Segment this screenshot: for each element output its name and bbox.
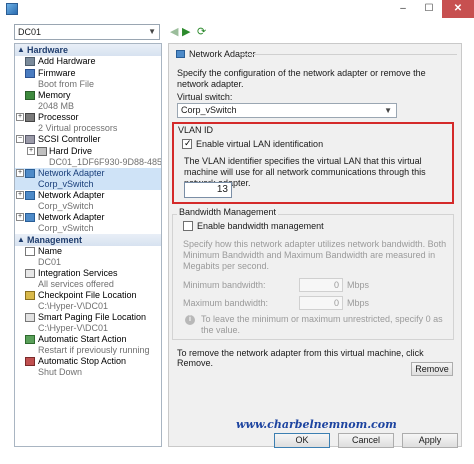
tree-item-processor[interactable]: + Processor 2 Virtual processors — [15, 112, 161, 134]
network-adapter-icon — [25, 191, 35, 200]
minimum-bandwidth-unit: Mbps — [347, 280, 370, 290]
tree-item-integration-services[interactable]: Integration Services All services offere… — [15, 268, 161, 290]
remove-button[interactable]: Remove — [411, 362, 453, 376]
ok-button[interactable]: OK — [274, 433, 330, 448]
tree-item-automatic-start-action[interactable]: Automatic Start Action Restart if previo… — [15, 334, 161, 356]
minimize-button[interactable]: – — [390, 0, 416, 18]
bandwidth-management-legend: Bandwidth Management — [177, 207, 279, 217]
maximum-bandwidth-label: Maximum bandwidth: — [183, 298, 269, 308]
vlan-id-legend: VLAN ID — [178, 125, 214, 135]
close-button[interactable]: ✕ — [442, 0, 474, 18]
minimum-bandwidth-input[interactable]: 0 — [299, 278, 343, 292]
vlan-id-group: VLAN ID Enable virtual LAN identificatio… — [172, 122, 454, 204]
vm-selector-dropdown[interactable]: DC01 ▼ — [14, 24, 160, 40]
vm-selector-value: DC01 — [18, 27, 42, 37]
virtual-switch-dropdown[interactable]: Corp_vSwitch ▼ — [177, 103, 397, 118]
refresh-icon[interactable]: ⟳ — [197, 25, 206, 39]
tree-item-network-adapter-3[interactable]: + Network Adapter Corp_vSwitch — [15, 212, 161, 234]
enable-vlan-checkbox[interactable] — [182, 138, 192, 149]
tree-item-firmware[interactable]: Firmware Boot from File — [15, 68, 161, 90]
chevron-down-icon: ▼ — [384, 106, 392, 115]
smart-paging-icon — [25, 313, 35, 322]
virtual-switch-value: Corp_vSwitch — [181, 105, 237, 115]
settings-tree: ▲ Hardware Add Hardware Firmware Boot fr… — [14, 43, 162, 447]
tree-item-add-hardware[interactable]: Add Hardware — [15, 56, 161, 68]
add-hardware-icon — [25, 57, 35, 66]
expand-icon[interactable]: + — [16, 113, 24, 121]
collapse-icon: ▲ — [17, 45, 25, 54]
apply-button[interactable]: Apply — [402, 433, 458, 448]
automatic-stop-icon — [25, 357, 35, 366]
automatic-start-icon — [25, 335, 35, 344]
tree-item-network-adapter-1[interactable]: + Network Adapter Corp_vSwitch — [15, 168, 161, 190]
name-icon — [25, 247, 35, 256]
bandwidth-note: To leave the minimum or maximum unrestri… — [201, 314, 443, 335]
collapse-icon[interactable]: − — [16, 135, 24, 143]
enable-vlan-label: Enable virtual LAN identification — [196, 139, 324, 149]
tree-item-smart-paging-file-location[interactable]: Smart Paging File Location C:\Hyper-V\DC… — [15, 312, 161, 334]
title-divider — [239, 54, 457, 55]
network-adapter-icon — [25, 213, 35, 222]
collapse-icon: ▲ — [17, 235, 25, 244]
bandwidth-description: Specify how this network adapter utilize… — [183, 239, 447, 271]
settings-app-icon — [6, 3, 18, 15]
tree-item-memory[interactable]: Memory 2048 MB — [15, 90, 161, 112]
minimum-bandwidth-label: Minimum bandwidth: — [183, 280, 266, 290]
enable-bandwidth-label: Enable bandwidth management — [197, 221, 324, 231]
enable-bandwidth-checkbox[interactable] — [183, 221, 193, 231]
scsi-controller-icon — [25, 135, 35, 144]
tree-item-network-adapter-2[interactable]: + Network Adapter Corp_vSwitch — [15, 190, 161, 212]
tree-item-checkpoint-file-location[interactable]: Checkpoint File Location C:\Hyper-V\DC01 — [15, 290, 161, 312]
maximum-bandwidth-input[interactable]: 0 — [299, 296, 343, 310]
memory-icon — [25, 91, 35, 100]
info-icon: i — [185, 315, 195, 325]
tree-item-hard-drive[interactable]: + Hard Drive DC01_1DF6F930-9D88-4853... — [15, 146, 161, 168]
tree-item-name[interactable]: Name DC01 — [15, 246, 161, 268]
forward-arrow-icon[interactable]: ▶ — [182, 25, 190, 39]
tree-item-automatic-stop-action[interactable]: Automatic Stop Action Shut Down — [15, 356, 161, 378]
expand-icon[interactable]: + — [16, 213, 24, 221]
expand-icon[interactable]: + — [27, 147, 35, 155]
chevron-down-icon: ▼ — [148, 27, 156, 36]
hard-drive-icon — [37, 147, 47, 156]
hardware-section-header[interactable]: ▲ Hardware — [15, 44, 161, 56]
integration-services-icon — [25, 269, 35, 278]
expand-icon[interactable]: + — [16, 169, 24, 177]
processor-icon — [25, 113, 35, 122]
virtual-switch-label: Virtual switch: — [177, 92, 233, 102]
tree-item-scsi-controller[interactable]: − SCSI Controller — [15, 134, 161, 146]
watermark-text: www.charbelnemnom.com — [236, 418, 397, 431]
maximize-button[interactable]: ☐ — [416, 0, 442, 18]
back-arrow-icon[interactable]: ◀ — [170, 25, 178, 39]
network-adapter-icon — [176, 50, 185, 58]
checkpoint-folder-icon — [25, 291, 35, 300]
title-bar: – ☐ ✕ — [0, 0, 474, 18]
expand-icon[interactable]: + — [16, 191, 24, 199]
vlan-id-input[interactable]: 13 — [184, 182, 232, 198]
network-adapter-panel: Network Adapter Specify the configuratio… — [168, 43, 462, 447]
panel-description: Specify the configuration of the network… — [177, 68, 426, 89]
network-adapter-icon — [25, 169, 35, 178]
management-section-header[interactable]: ▲ Management — [15, 234, 161, 246]
firmware-icon — [25, 69, 35, 78]
maximum-bandwidth-unit: Mbps — [347, 298, 370, 308]
cancel-button[interactable]: Cancel — [338, 433, 394, 448]
